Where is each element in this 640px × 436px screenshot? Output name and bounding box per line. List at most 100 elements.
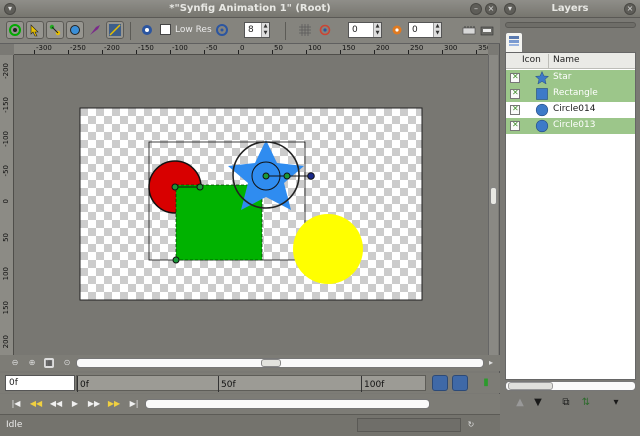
render-progress-bar bbox=[145, 399, 430, 409]
onion-skin-button[interactable] bbox=[316, 21, 334, 39]
layer-row-circle014[interactable]: Circle014 bbox=[506, 102, 635, 118]
ruler-tick bbox=[374, 50, 375, 54]
status-field bbox=[357, 418, 461, 432]
angle-handle[interactable] bbox=[307, 172, 315, 180]
status-text: Idle bbox=[6, 420, 23, 430]
transform-tool-button[interactable] bbox=[26, 21, 44, 39]
encapsulate-layer-icon[interactable]: ⇅ bbox=[579, 396, 593, 410]
onion-future-spinner[interactable]: 0 ▲ ▼ bbox=[408, 22, 442, 38]
close-icon[interactable]: × bbox=[485, 3, 497, 15]
layer-name: Circle014 bbox=[553, 104, 596, 114]
minimize-icon[interactable]: – bbox=[470, 3, 482, 15]
current-time-field[interactable]: 0f bbox=[5, 375, 75, 391]
draw-tool-button[interactable] bbox=[86, 21, 104, 39]
layers-list[interactable]: Icon Name Star Rectangle Circle014 Circl… bbox=[505, 52, 636, 380]
ruler-label: 0 bbox=[2, 199, 10, 204]
layer-row-star[interactable]: Star bbox=[506, 70, 635, 86]
prev-frame-button[interactable]: ◀◀ bbox=[48, 397, 64, 411]
play-button[interactable]: ▶ bbox=[67, 397, 83, 411]
layer-name: Star bbox=[553, 72, 572, 82]
animation-mode-icon[interactable]: ▮ bbox=[481, 378, 491, 388]
circle-icon bbox=[535, 119, 549, 133]
grid-toggle-button[interactable] bbox=[296, 21, 314, 39]
panel-grip bbox=[505, 22, 636, 28]
zoom-in-icon[interactable]: ⊕ bbox=[27, 358, 37, 368]
guides-tool-button[interactable] bbox=[106, 21, 124, 39]
scroll-right-icon[interactable]: ▸ bbox=[486, 358, 496, 368]
layers-scroll-thumb[interactable] bbox=[508, 382, 553, 390]
keyframe-lock-button[interactable] bbox=[460, 21, 478, 39]
vertical-scroll-thumb[interactable] bbox=[490, 187, 497, 205]
next-keyframe-button[interactable]: ▶▶ bbox=[106, 397, 122, 411]
onion-past-arrows[interactable]: ▲ ▼ bbox=[373, 23, 381, 37]
ruler-label: 300 bbox=[444, 44, 458, 52]
next-frame-button[interactable]: ▶▶ bbox=[86, 397, 102, 411]
column-header-icon[interactable]: Icon bbox=[522, 55, 541, 65]
smooth-move-tool-button[interactable] bbox=[46, 21, 64, 39]
scale-tool-button[interactable] bbox=[66, 21, 84, 39]
layer-row-rectangle[interactable]: Rectangle bbox=[506, 86, 635, 102]
canvas-window: ▾ *"Synfig Animation 1" (Root) – × Low R… bbox=[0, 0, 500, 436]
panel-close-icon[interactable]: × bbox=[624, 3, 636, 15]
layers-tab[interactable] bbox=[505, 32, 523, 52]
layer-row-circle013[interactable]: Circle013 bbox=[506, 118, 635, 134]
horizontal-scroll-thumb[interactable] bbox=[261, 359, 281, 367]
zoom-fit-icon[interactable]: ▦ bbox=[44, 358, 54, 368]
toggle-handles-button[interactable] bbox=[6, 21, 24, 39]
seek-begin-button[interactable]: |◀ bbox=[8, 397, 24, 411]
ruler-label: 150 bbox=[2, 301, 10, 315]
layer-visibility-checkbox[interactable] bbox=[510, 104, 520, 115]
horizontal-scrollbar[interactable] bbox=[76, 358, 484, 368]
toggle-animation-mode-button[interactable] bbox=[478, 21, 496, 39]
ruler-label: 100 bbox=[2, 267, 10, 281]
lock-past-keyframe-button[interactable] bbox=[432, 375, 448, 391]
canvas-svg[interactable] bbox=[14, 55, 488, 355]
duplicate-layer-icon[interactable]: ⧉ bbox=[559, 396, 573, 410]
radius-handle[interactable] bbox=[283, 172, 291, 180]
layers-panel: ▾ Layers × Icon Name Star Rectangle Circ… bbox=[500, 0, 640, 436]
onion-future-arrows[interactable]: ▲ ▼ bbox=[433, 23, 441, 37]
ruler-label: -300 bbox=[36, 44, 52, 52]
onion-past-spinner[interactable]: 0 ▲ ▼ bbox=[348, 22, 382, 38]
low-res-checkbox[interactable] bbox=[160, 24, 171, 35]
refresh-icon[interactable]: ↻ bbox=[466, 420, 476, 430]
layer-menu-icon[interactable]: ▾ bbox=[609, 396, 623, 410]
lower-layer-icon[interactable]: ▼ bbox=[531, 396, 545, 410]
timeline-slider[interactable]: 0f 50f 100f bbox=[76, 375, 426, 392]
onion-future-value: 0 bbox=[412, 25, 418, 35]
column-divider bbox=[548, 54, 549, 68]
layer-visibility-checkbox[interactable] bbox=[510, 72, 520, 83]
layer-visibility-checkbox[interactable] bbox=[510, 120, 520, 131]
ruler-label: -100 bbox=[172, 44, 188, 52]
ruler-tick bbox=[238, 50, 239, 54]
vertical-scrollbar[interactable] bbox=[488, 55, 498, 355]
ruler-label: 350 bbox=[478, 44, 488, 52]
lock-future-keyframe-button[interactable] bbox=[452, 375, 468, 391]
circle-radius-handle[interactable] bbox=[196, 183, 204, 191]
quality-spinner[interactable]: 8 ▲ ▼ bbox=[244, 22, 270, 38]
yellow-circle-layer[interactable] bbox=[293, 214, 363, 284]
quality-spinner-arrows[interactable]: ▲ ▼ bbox=[261, 23, 269, 37]
ruler-tick bbox=[102, 50, 103, 54]
prev-keyframe-button[interactable]: ◀◀ bbox=[28, 397, 44, 411]
ruler-tick bbox=[272, 50, 273, 54]
circle-origin-handle[interactable] bbox=[171, 183, 179, 191]
layers-titlebar: ▾ Layers × bbox=[500, 0, 640, 18]
raise-layer-icon[interactable]: ▲ bbox=[513, 396, 527, 410]
ruler-tick bbox=[34, 50, 35, 54]
zoom-reset-icon[interactable]: ⊙ bbox=[62, 358, 72, 368]
seek-end-button[interactable]: ▶| bbox=[126, 397, 142, 411]
ruler-label: -150 bbox=[138, 44, 154, 52]
column-header-name[interactable]: Name bbox=[553, 55, 580, 65]
toolbar-separator bbox=[285, 22, 286, 40]
layer-visibility-checkbox[interactable] bbox=[510, 88, 520, 99]
render-settings-button[interactable] bbox=[138, 21, 156, 39]
origin-handle[interactable] bbox=[262, 172, 270, 180]
ruler-label: 200 bbox=[2, 335, 10, 349]
layers-horizontal-scrollbar[interactable] bbox=[505, 381, 636, 391]
canvas-work-area[interactable] bbox=[14, 55, 488, 355]
ruler-label: -250 bbox=[70, 44, 86, 52]
ruler-label: -200 bbox=[104, 44, 120, 52]
rectangle-corner-handle[interactable] bbox=[172, 256, 180, 264]
zoom-out-icon[interactable]: ⊖ bbox=[10, 358, 20, 368]
